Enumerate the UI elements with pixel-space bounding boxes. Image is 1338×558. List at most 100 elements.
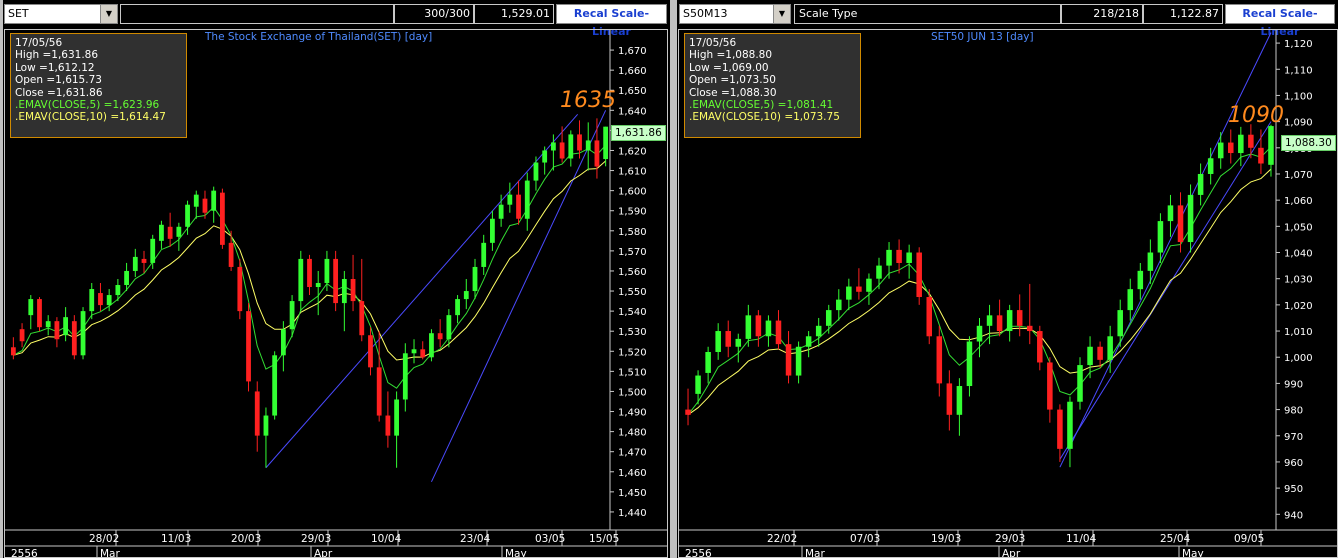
candle-body — [498, 204, 504, 219]
candle — [228, 230, 234, 271]
candle — [394, 391, 399, 468]
candle — [481, 234, 487, 275]
candle-body — [745, 315, 752, 339]
candle — [37, 297, 42, 332]
month-label: Mar — [805, 548, 825, 557]
candle — [1177, 192, 1184, 253]
candle-body — [193, 194, 199, 207]
candle — [1067, 396, 1073, 468]
candle — [167, 212, 173, 247]
candle — [307, 254, 312, 296]
date-label: 28/02 — [89, 533, 119, 545]
y-tick-label: 1,460 — [618, 468, 647, 479]
candle-body — [594, 140, 600, 167]
left-last-value-tag: 1,631.86 — [611, 125, 666, 141]
y-tick-label: 1,620 — [618, 146, 647, 157]
month-label: May — [505, 548, 527, 557]
left-toolbar: SET ▼ 300/300 1,529.01 Recal Scale-Linea… — [3, 0, 670, 38]
candle-body — [1238, 134, 1244, 154]
candle — [524, 172, 530, 231]
candle-body — [1187, 194, 1194, 243]
candle-body — [946, 383, 953, 415]
right-info-high: High =1,088.80 — [689, 49, 773, 62]
month-label: 2556 — [685, 548, 712, 557]
candle — [211, 186, 217, 223]
candle — [385, 391, 391, 448]
candle — [132, 248, 138, 277]
trend-channel-line — [1059, 32, 1272, 468]
candle-body — [455, 299, 460, 316]
left-symbol-value: SET — [8, 7, 29, 20]
date-label: 25/04 — [1160, 533, 1191, 545]
candle — [1037, 325, 1043, 371]
candle — [333, 250, 339, 312]
candle-body — [463, 291, 469, 300]
candle-body — [533, 162, 539, 181]
right-info-low: Low =1,069.00 — [689, 61, 769, 74]
y-tick-label: 1,030 — [1284, 275, 1313, 286]
right-recal-scale-button[interactable]: Recal Scale-Linear — [1225, 4, 1335, 38]
candle — [472, 258, 478, 300]
candle-body — [394, 399, 399, 436]
candle-body — [124, 270, 129, 286]
candle — [1077, 357, 1083, 410]
candle — [1238, 126, 1244, 167]
candle-body — [429, 333, 434, 358]
candle-body — [695, 375, 701, 394]
candle-body — [37, 299, 42, 328]
candle-body — [585, 140, 591, 151]
candle-body — [472, 266, 478, 292]
y-tick-label: 940 — [1284, 510, 1303, 521]
candle — [936, 325, 943, 397]
candle — [946, 370, 953, 431]
right-symbol-select[interactable]: S50M13 ▼ — [679, 4, 791, 24]
candle — [272, 351, 278, 420]
candle — [159, 220, 164, 249]
candle — [368, 327, 373, 376]
ema10-line — [687, 168, 1272, 416]
candle-body — [350, 278, 356, 302]
date-label: 29/03 — [301, 533, 331, 545]
candle — [71, 315, 77, 360]
candle-body — [825, 310, 832, 326]
candle — [80, 307, 86, 360]
right-scale-type: Scale Type — [794, 4, 1061, 24]
left-recal-scale-button[interactable]: Recal Scale-Linear — [556, 4, 667, 38]
candle — [1137, 262, 1144, 300]
candle — [437, 319, 443, 348]
y-tick-label: 990 — [1284, 379, 1303, 390]
candle-body — [63, 317, 69, 336]
candle — [846, 278, 852, 311]
left-symbol-select[interactable]: SET ▼ — [4, 4, 118, 24]
candle — [106, 289, 112, 312]
candle-body — [1217, 142, 1224, 159]
left-count: 300/300 — [394, 4, 474, 24]
candle-body — [289, 301, 295, 330]
candle-body — [402, 353, 408, 400]
candle-body — [550, 142, 556, 151]
candle — [825, 304, 832, 334]
chevron-down-icon[interactable]: ▼ — [100, 5, 117, 23]
candle-body — [1067, 401, 1073, 449]
candle-body — [685, 409, 691, 415]
candle-body — [805, 336, 812, 347]
candle-body — [886, 249, 892, 266]
candle — [886, 242, 892, 279]
date-label: 07/03 — [850, 533, 880, 545]
y-tick-label: 970 — [1284, 432, 1303, 443]
chevron-down-icon[interactable]: ▼ — [773, 5, 790, 23]
candle-body — [385, 415, 391, 436]
candle — [906, 244, 912, 279]
candle — [685, 388, 691, 426]
candle — [1167, 194, 1174, 237]
candle-body — [490, 218, 495, 243]
candle-body — [936, 336, 943, 384]
y-tick-label: 1,660 — [618, 66, 647, 77]
candle — [594, 118, 600, 179]
candle-body — [1268, 126, 1274, 165]
candle-body — [132, 256, 138, 271]
y-tick-label: 1,000 — [1284, 353, 1313, 364]
y-tick-label: 1,550 — [618, 287, 647, 298]
y-tick-label: 1,470 — [618, 448, 647, 459]
right-value: 1,122.87 — [1143, 4, 1223, 24]
